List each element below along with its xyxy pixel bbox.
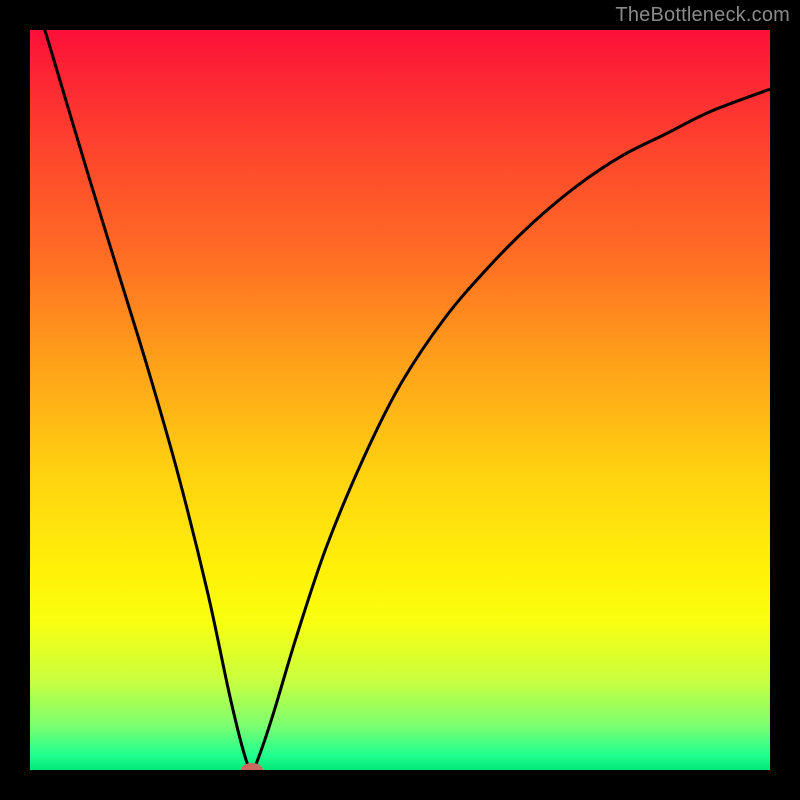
minimum-marker [241,763,263,770]
bottleneck-curve [30,30,770,770]
watermark-text: TheBottleneck.com [615,4,790,27]
curve-layer [30,30,770,770]
chart-frame: TheBottleneck.com [0,0,800,800]
plot-area [30,30,770,770]
